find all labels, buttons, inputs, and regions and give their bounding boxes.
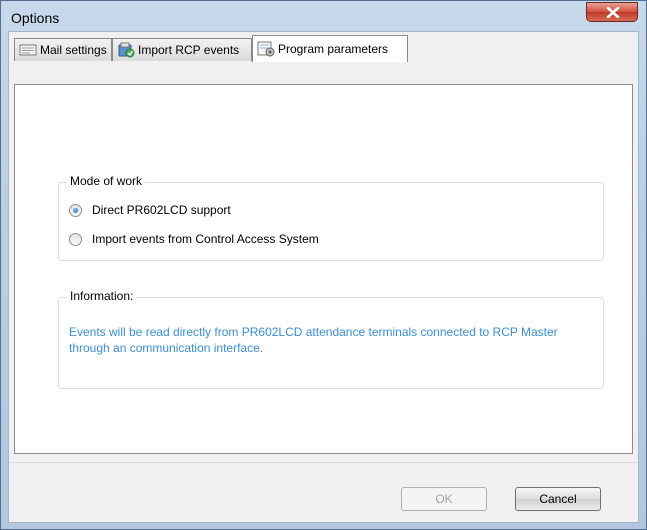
import-events-icon: [118, 42, 135, 58]
close-icon: [606, 7, 620, 18]
information-group: Information: Events will be read directl…: [58, 289, 604, 389]
tab-program-parameters-label: Program parameters: [278, 42, 389, 56]
options-dialog: Options Mail settings Import RCP events …: [0, 0, 647, 530]
tab-import-rcp-events[interactable]: Import RCP events: [112, 38, 252, 61]
cancel-button[interactable]: Cancel: [515, 487, 601, 511]
radio-import-events-button[interactable]: [69, 232, 82, 246]
tab-import-rcp-events-label: Import RCP events: [138, 43, 240, 57]
program-parameters-icon: [257, 41, 275, 57]
mode-of-work-legend: Mode of work: [67, 174, 146, 188]
dialog-client-area: Mail settings Import RCP events Program …: [8, 31, 639, 523]
footer-separator: [9, 462, 638, 463]
radio-import-events[interactable]: Import events from Control Access System: [69, 232, 319, 246]
ok-button[interactable]: OK: [401, 487, 487, 511]
tab-program-parameters[interactable]: Program parameters: [252, 35, 408, 62]
radio-direct-support[interactable]: Direct PR602LCD support: [69, 203, 231, 217]
mail-settings-icon: [19, 44, 37, 56]
radio-direct-support-button[interactable]: [69, 203, 82, 217]
radio-direct-support-label: Direct PR602LCD support: [92, 203, 231, 217]
window-title: Options: [11, 10, 60, 26]
mode-of-work-group: Mode of work Direct PR602LCD support Imp…: [58, 174, 604, 261]
title-bar[interactable]: Options: [1, 1, 646, 31]
radio-import-events-label: Import events from Control Access System: [92, 232, 319, 246]
tab-mail-settings[interactable]: Mail settings: [14, 38, 112, 61]
close-button[interactable]: [586, 2, 638, 22]
information-legend: Information:: [67, 289, 137, 303]
information-text: Events will be read directly from PR602L…: [69, 325, 558, 355]
tab-panel-program-parameters: Mode of work Direct PR602LCD support Imp…: [14, 84, 633, 454]
tab-mail-settings-label: Mail settings: [40, 43, 107, 57]
